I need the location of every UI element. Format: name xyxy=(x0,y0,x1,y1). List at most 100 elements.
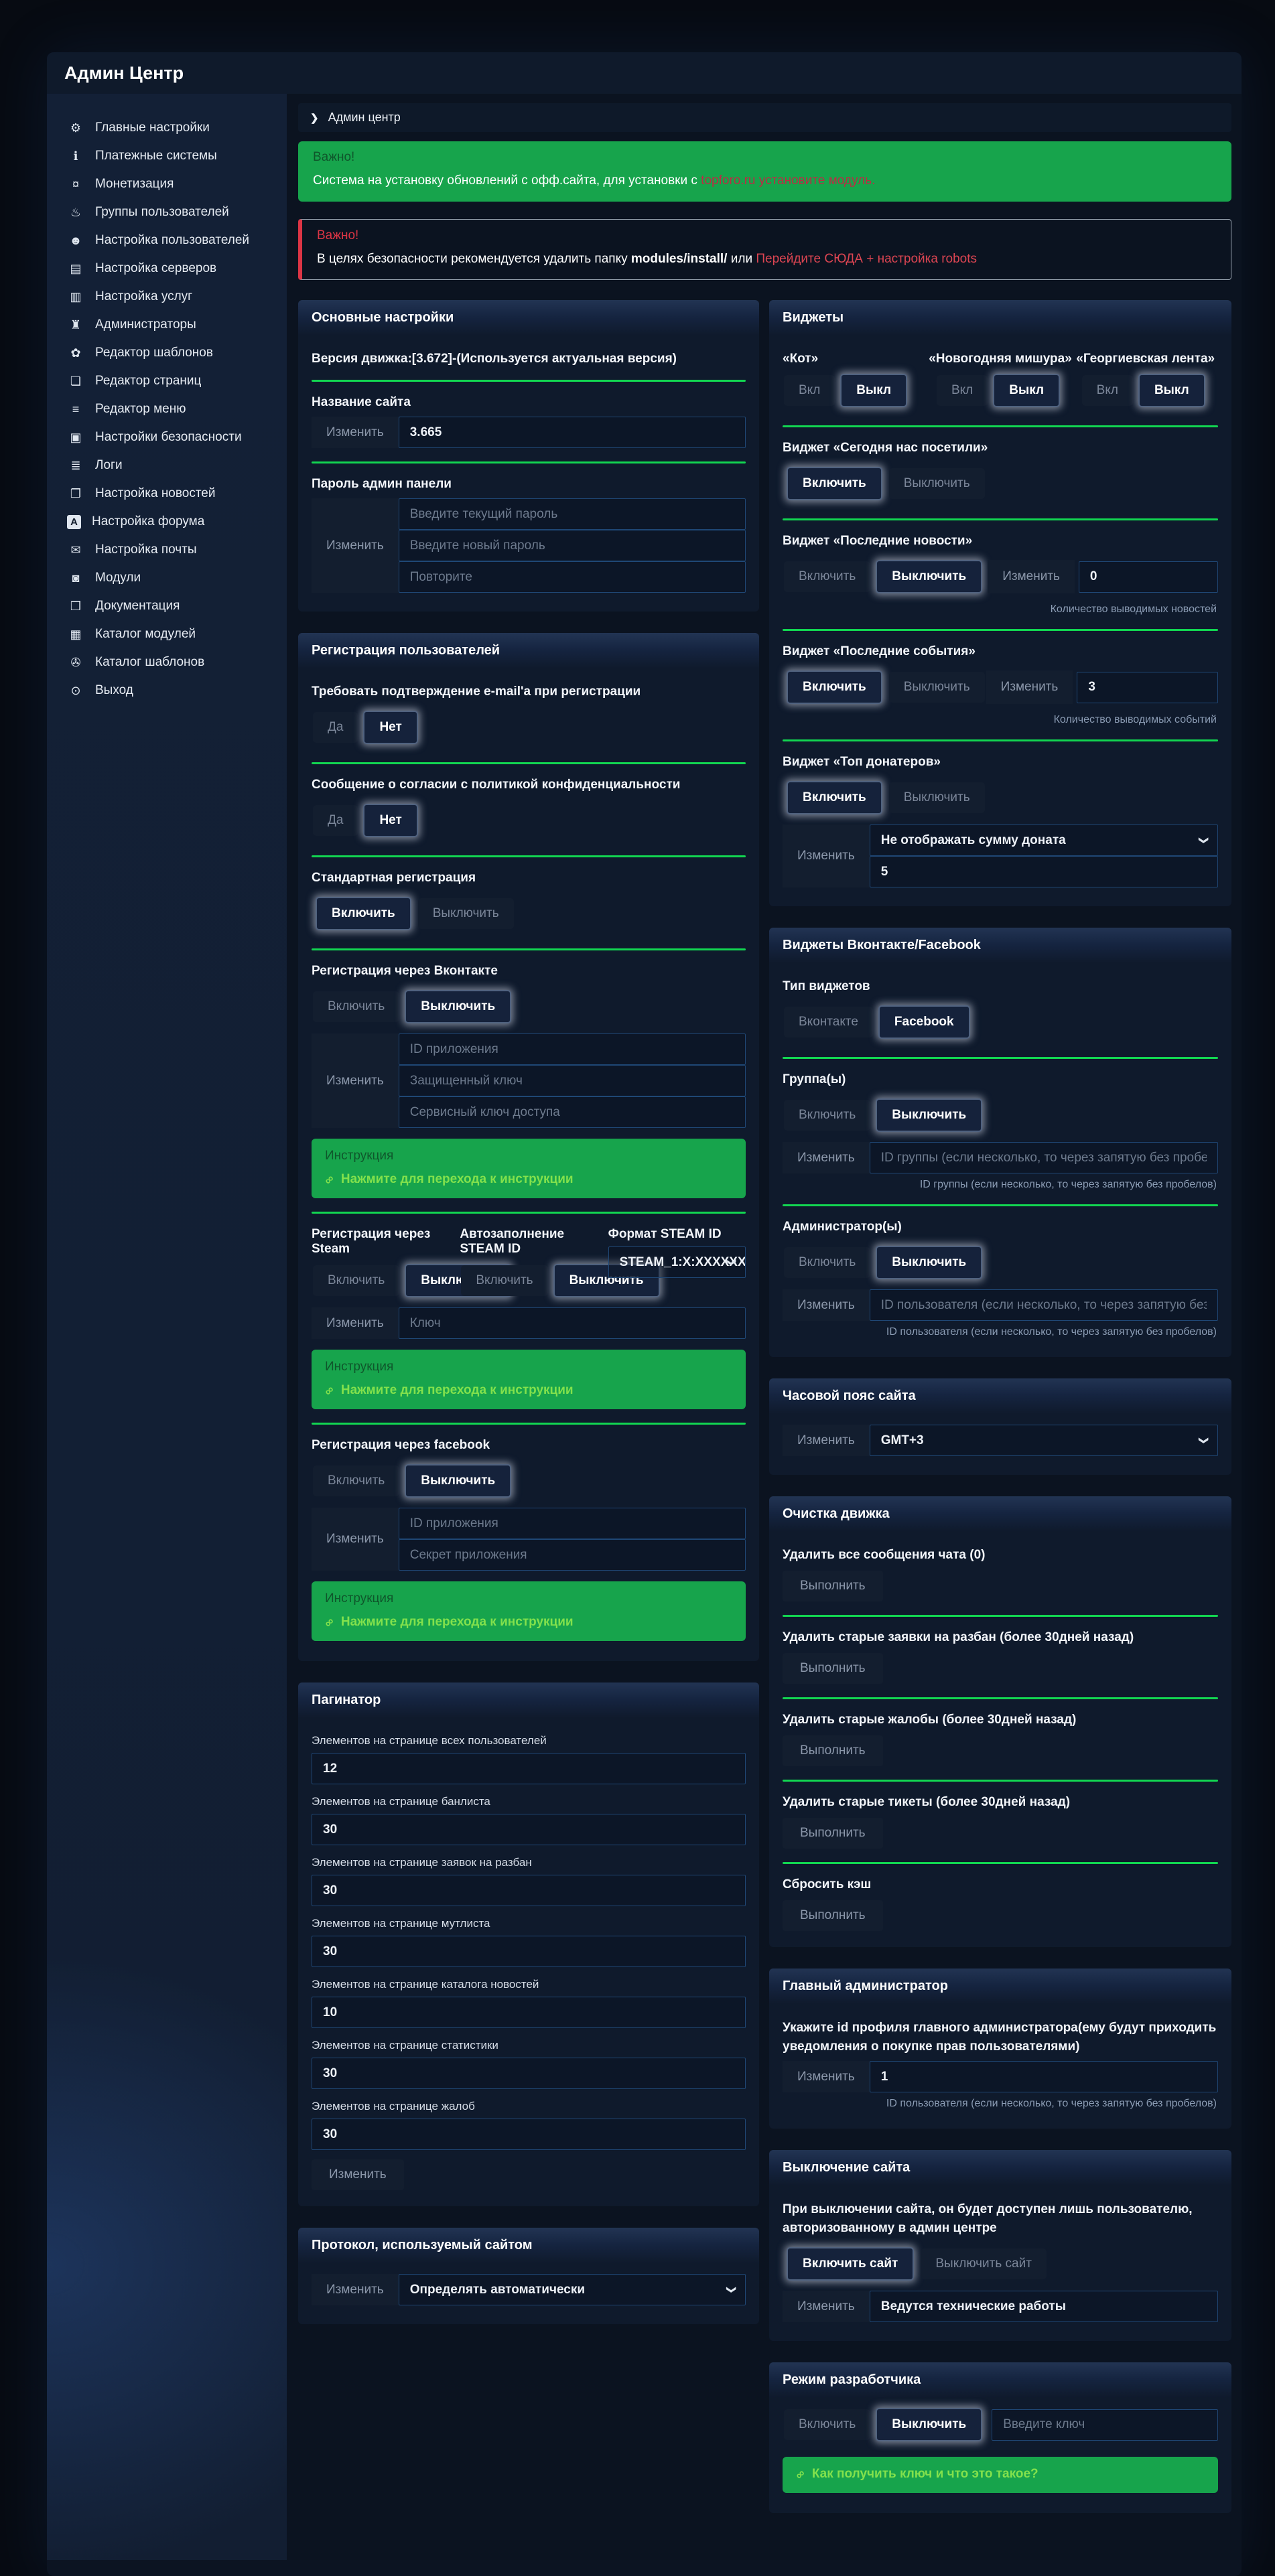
sidebar-item-logs[interactable]: ≣ Логи xyxy=(47,451,287,480)
sidebar-item-monetization[interactable]: ¤ Монетизация xyxy=(47,170,287,198)
disable-button[interactable]: Выключить xyxy=(876,2408,982,2441)
facebook-type-button[interactable]: Facebook xyxy=(878,1005,970,1039)
maintenance-message-input[interactable] xyxy=(870,2291,1218,2322)
sidebar-item-security-settings[interactable]: ▣ Настройки безопасности xyxy=(47,423,287,451)
sidebar-item-modules[interactable]: ◙ Модули xyxy=(47,564,287,592)
disable-button[interactable]: Выключить xyxy=(876,560,982,593)
new-password-input[interactable] xyxy=(399,530,746,561)
enable-button[interactable]: Включить xyxy=(313,1465,399,1496)
disable-button[interactable]: Выключить xyxy=(405,990,511,1023)
disable-button[interactable]: Выключить xyxy=(418,898,514,929)
sidebar-item-news-settings[interactable]: ❐ Настройка новостей xyxy=(47,480,287,508)
sidebar-item-server-settings[interactable]: ▤ Настройка серверов xyxy=(47,255,287,283)
sidebar-item-payment-systems[interactable]: ℹ Платежные системы xyxy=(47,142,287,170)
cleanup-chat-run-button[interactable]: Выполнить xyxy=(783,1571,883,1601)
enable-site-button[interactable]: Включить сайт xyxy=(787,2247,914,2281)
paginator-unban-input[interactable] xyxy=(312,1875,746,1906)
paginator-change-button[interactable]: Изменить xyxy=(312,2159,404,2190)
sidebar-item-page-editor[interactable]: ❏ Редактор страниц xyxy=(47,367,287,395)
sidebar-item-user-groups[interactable]: ♨ Группы пользователей xyxy=(47,198,287,226)
cleanup-tickets-run-button[interactable]: Выполнить xyxy=(783,1818,883,1849)
on-button[interactable]: Вкл xyxy=(937,375,988,406)
enable-button[interactable]: Включить xyxy=(784,2409,870,2440)
sidebar-item-main-settings[interactable]: ⚙ Главные настройки xyxy=(47,114,287,142)
enable-button[interactable]: Включить xyxy=(461,1265,547,1296)
developer-key-input[interactable] xyxy=(992,2409,1218,2441)
sidebar-item-menu-editor[interactable]: ≡ Редактор меню xyxy=(47,395,287,423)
disable-button[interactable]: Выключить xyxy=(889,782,985,813)
paginator-complaints-input[interactable] xyxy=(312,2119,746,2150)
enable-button[interactable]: Включить xyxy=(784,1100,870,1131)
no-button[interactable]: Нет xyxy=(363,804,417,837)
sidebar-item-mail-settings[interactable]: ✉ Настройка почты xyxy=(47,536,287,564)
news-count-input[interactable] xyxy=(1079,561,1218,593)
donors-display-select[interactable]: Не отображать сумму доната ❯ xyxy=(870,825,1218,856)
head-admin-id-input[interactable] xyxy=(870,2061,1218,2092)
group-ids-input[interactable] xyxy=(870,1142,1218,1173)
events-count-input[interactable] xyxy=(1077,672,1218,703)
sidebar-item-administrators[interactable]: ♜ Администраторы xyxy=(47,311,287,339)
enable-button[interactable]: Включить xyxy=(787,781,882,814)
disable-button[interactable]: Выключить xyxy=(876,1246,982,1279)
cleanup-unban-run-button[interactable]: Выполнить xyxy=(783,1653,883,1684)
vk-secure-key-input[interactable] xyxy=(399,1065,746,1096)
steam-key-input[interactable] xyxy=(399,1307,746,1339)
yes-button[interactable]: Да xyxy=(313,805,358,836)
facebook-secret-input[interactable] xyxy=(399,1539,746,1571)
paginator-news-input[interactable] xyxy=(312,1997,746,2028)
facebook-app-id-input[interactable] xyxy=(399,1508,746,1539)
reset-cache-run-button[interactable]: Выполнить xyxy=(783,1900,883,1931)
protocol-select[interactable]: Определять автоматически ❯ xyxy=(399,2274,746,2305)
vk-instruction-link[interactable]: ∞ Нажмите для перехода к инструкции xyxy=(325,1172,732,1187)
enable-button[interactable]: Включить xyxy=(316,897,411,930)
breadcrumb[interactable]: ❯ Админ центр xyxy=(298,103,1231,132)
sidebar-item-documentation[interactable]: ❒ Документация xyxy=(47,592,287,620)
yes-button[interactable]: Да xyxy=(313,712,358,743)
vk-type-button[interactable]: Вконтакте xyxy=(784,1007,873,1037)
robots-setup-link[interactable]: Перейдите СЮДА + настройка robots xyxy=(756,252,977,266)
off-button[interactable]: Выкл xyxy=(1138,374,1205,407)
off-button[interactable]: Выкл xyxy=(993,374,1060,407)
on-button[interactable]: Вкл xyxy=(784,375,835,406)
sidebar-item-forum-settings[interactable]: A Настройка форума xyxy=(47,508,287,536)
paginator-mutelist-input[interactable] xyxy=(312,1936,746,1967)
no-button[interactable]: Нет xyxy=(363,711,417,744)
enable-button[interactable]: Включить xyxy=(787,467,882,500)
sidebar-item-services-settings[interactable]: ▥ Настройка услуг xyxy=(47,283,287,311)
sidebar-item-logout[interactable]: ⊙ Выход xyxy=(47,676,287,705)
site-name-input[interactable] xyxy=(399,417,746,448)
paginator-users-input[interactable] xyxy=(312,1753,746,1784)
cleanup-complaints-run-button[interactable]: Выполнить xyxy=(783,1735,883,1766)
donors-count-input[interactable] xyxy=(870,856,1218,887)
developer-key-info-link[interactable]: ∞ Как получить ключ и что это такое? xyxy=(796,2467,1205,2482)
vk-service-key-input[interactable] xyxy=(399,1096,746,1128)
sidebar-item-module-catalog[interactable]: ▦ Каталог модулей xyxy=(47,620,287,648)
disable-button[interactable]: Выключить xyxy=(876,1098,982,1132)
paginator-banlist-input[interactable] xyxy=(312,1814,746,1845)
file-icon: ❏ xyxy=(67,374,84,388)
disable-button[interactable]: Выключить xyxy=(889,672,985,703)
disable-button[interactable]: Выключить xyxy=(405,1464,511,1498)
timezone-select[interactable]: GMT+3 ❯ xyxy=(870,1425,1218,1456)
enable-button[interactable]: Включить xyxy=(313,1265,399,1296)
enable-button[interactable]: Включить xyxy=(784,1247,870,1278)
enable-button[interactable]: Включить xyxy=(784,561,870,592)
current-password-input[interactable] xyxy=(399,498,746,530)
sidebar-item-user-settings[interactable]: ☻ Настройка пользователей xyxy=(47,226,287,255)
topforo-link[interactable]: topforo.ru установите модуль. xyxy=(701,173,875,188)
paginator-stats-input[interactable] xyxy=(312,2058,746,2089)
disable-site-button[interactable]: Выключить сайт xyxy=(921,2248,1047,2279)
enable-button[interactable]: Включить xyxy=(787,670,882,704)
steam-instruction-link[interactable]: ∞ Нажмите для перехода к инструкции xyxy=(325,1383,732,1398)
off-button[interactable]: Выкл xyxy=(840,374,907,407)
vk-app-id-input[interactable] xyxy=(399,1033,746,1065)
repeat-password-input[interactable] xyxy=(399,561,746,593)
sidebar-item-template-catalog[interactable]: ✇ Каталог шаблонов xyxy=(47,648,287,676)
disable-button[interactable]: Выключить xyxy=(889,468,985,499)
enable-button[interactable]: Включить xyxy=(313,991,399,1022)
on-button[interactable]: Вкл xyxy=(1082,375,1133,406)
admin-ids-input[interactable] xyxy=(870,1289,1218,1321)
steam-format-select[interactable]: STEAM_1:X:XXXXXX (cs:g ❯ xyxy=(608,1246,746,1278)
sidebar-item-template-editor[interactable]: ✿ Редактор шаблонов xyxy=(47,339,287,367)
facebook-instruction-link[interactable]: ∞ Нажмите для перехода к инструкции xyxy=(325,1615,732,1630)
